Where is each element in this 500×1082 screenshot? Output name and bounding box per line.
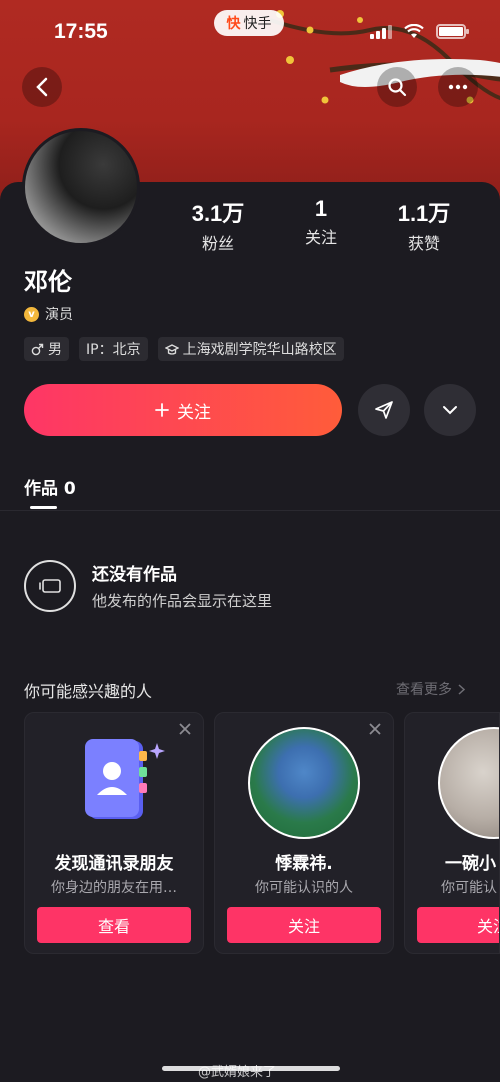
search-icon <box>388 78 407 97</box>
verification-row: v 演员 <box>24 304 73 324</box>
tag-ip-label: IP：北京 <box>86 342 141 358</box>
app-name: 快手 <box>243 16 272 32</box>
tab-works[interactable]: 作品 0 <box>24 474 76 499</box>
stat-label: 获赞 <box>407 234 440 253</box>
search-button[interactable] <box>377 67 417 107</box>
tag-gender: 男 <box>24 337 69 361</box>
stat-followers[interactable]: 3.1万 粉丝 <box>173 196 263 254</box>
close-icon[interactable] <box>177 721 193 737</box>
follow-user-button[interactable]: 关注 <box>227 907 381 943</box>
follow-button[interactable]: 关注 <box>24 384 342 436</box>
male-icon <box>31 343 44 355</box>
tag-school-label: 上海戏剧学院华山路校区 <box>182 342 337 358</box>
share-button[interactable] <box>358 384 410 436</box>
stat-following[interactable]: 1 关注 <box>276 196 366 248</box>
cellular-signal-icon <box>370 25 392 39</box>
card-subtitle: 你可能认识的人 <box>255 880 353 896</box>
tag-school[interactable]: 上海戏剧学院华山路校区 <box>157 337 344 361</box>
follow-user-button[interactable]: 关注 <box>417 907 499 943</box>
card-name: 悸霖祎. <box>275 854 333 874</box>
school-icon <box>164 343 179 355</box>
card-name: 一碗小 <box>445 854 496 874</box>
user-avatar <box>438 727 499 839</box>
more-icon <box>448 84 468 90</box>
empty-state-subtitle: 他发布的作品会显示在这里 <box>92 592 273 610</box>
recommend-card-user[interactable]: 一碗小 你可能认 关注 <box>404 712 500 954</box>
card-name: 发现通讯录朋友 <box>54 854 174 874</box>
kuaishou-logo-icon: 快 <box>226 16 241 32</box>
recommend-card-user[interactable]: 悸霖祎. 你可能认识的人 关注 <box>214 712 394 954</box>
stat-value: 3.1万 <box>191 201 245 226</box>
recommend-more-link[interactable]: 查看更多 <box>396 679 465 699</box>
chevron-right-icon <box>458 683 465 695</box>
plus-icon <box>155 403 169 417</box>
close-icon[interactable] <box>367 721 383 737</box>
avatar[interactable] <box>22 128 140 246</box>
card-subtitle: 你身边的朋友在用… <box>51 880 177 896</box>
share-icon <box>375 401 393 419</box>
tag-ip: IP：北京 <box>79 337 148 361</box>
stat-value: 1 <box>314 196 328 221</box>
back-button[interactable] <box>22 67 62 107</box>
status-icons <box>370 24 469 39</box>
stat-likes[interactable]: 1.1万 获赞 <box>379 196 469 254</box>
watermark: @武婿娘来了 <box>198 1065 277 1080</box>
tab-divider <box>0 510 500 511</box>
recommend-more-label: 查看更多 <box>396 682 452 698</box>
chevron-down-icon <box>443 406 457 415</box>
verification-label: 演员 <box>45 307 73 323</box>
back-icon <box>36 77 48 97</box>
tab-indicator <box>30 506 57 509</box>
video-icon <box>39 579 61 593</box>
profile-tags: 男 IP：北京 上海戏剧学院华山路校区 <box>24 337 344 361</box>
profile-name: 邓伦 <box>24 268 72 296</box>
recommend-card-contacts[interactable]: 发现通讯录朋友 你身边的朋友在用… 查看 <box>24 712 204 954</box>
app-indicator[interactable]: 快 快手 <box>214 10 284 36</box>
expand-button[interactable] <box>424 384 476 436</box>
follow-label: 关注 <box>177 402 211 423</box>
contacts-book-icon <box>85 739 165 819</box>
view-contacts-button[interactable]: 查看 <box>37 907 191 943</box>
more-button[interactable] <box>438 67 478 107</box>
status-time: 17:55 <box>54 20 108 43</box>
battery-icon <box>436 24 469 39</box>
empty-state-title: 还没有作品 <box>92 565 177 585</box>
recommend-title: 你可能感兴趣的人 <box>24 682 153 701</box>
empty-state-icon <box>24 560 76 612</box>
card-subtitle: 你可能认 <box>441 880 497 896</box>
verified-badge-icon: v <box>24 306 39 322</box>
user-avatar <box>248 727 360 839</box>
wifi-icon <box>404 24 424 38</box>
status-bar: 17:55 快 快手 <box>0 0 500 60</box>
stat-value: 1.1万 <box>397 201 451 226</box>
stat-label: 关注 <box>304 228 337 247</box>
tag-gender-label: 男 <box>48 342 62 358</box>
stat-label: 粉丝 <box>201 234 234 253</box>
